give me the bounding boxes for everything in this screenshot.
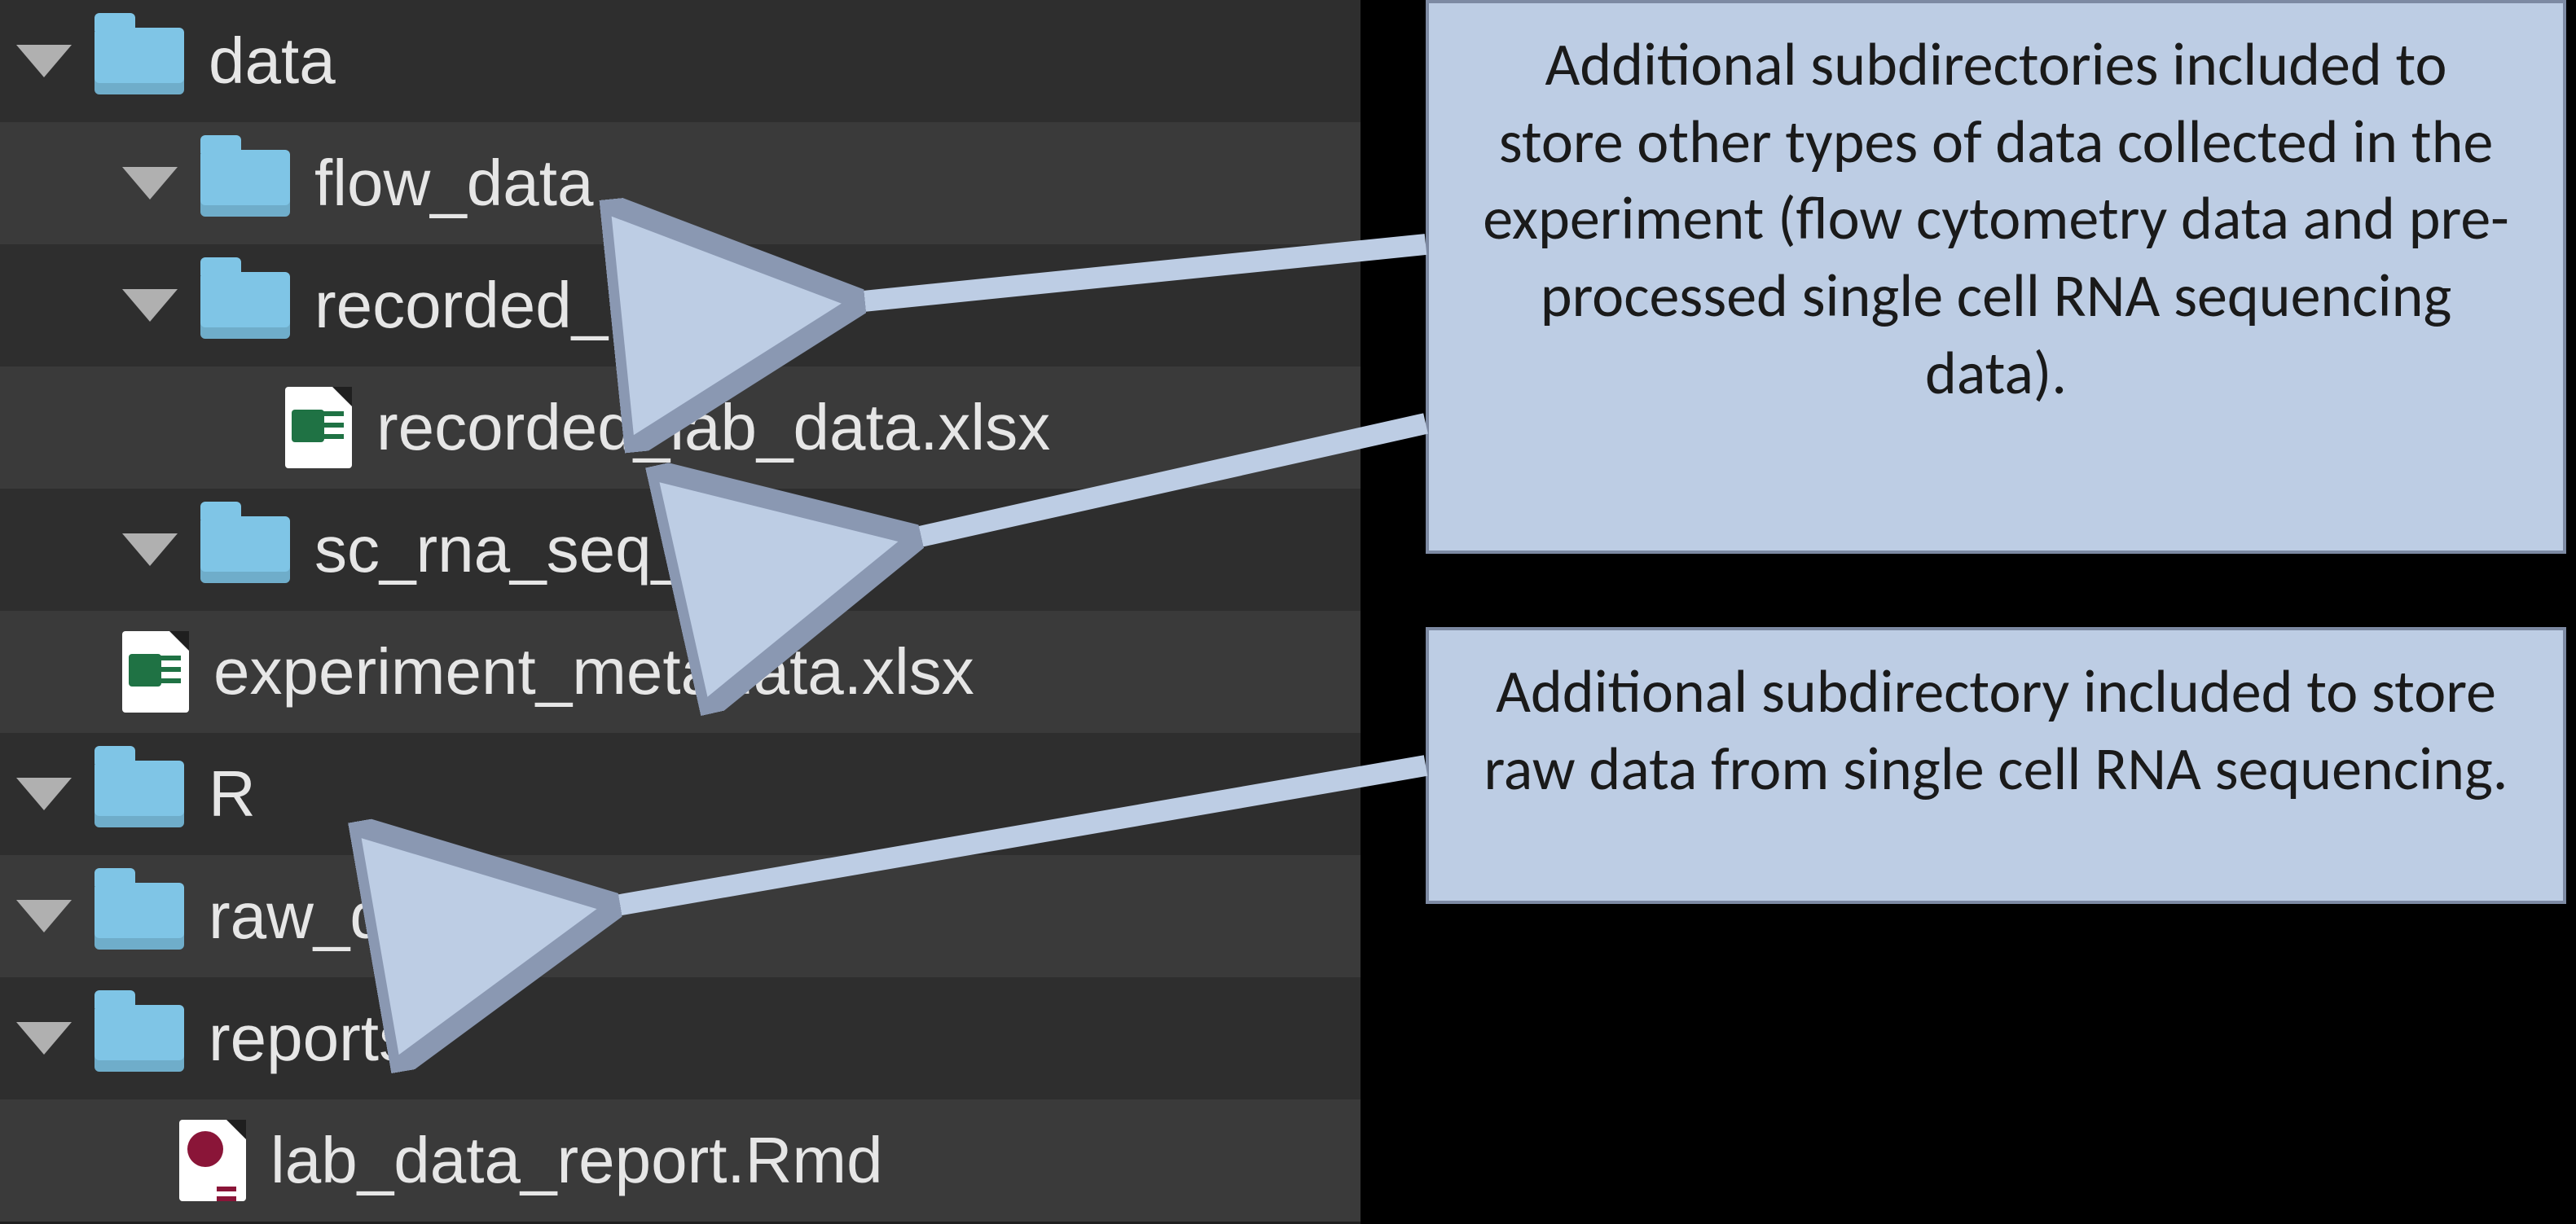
rmd-file-icon bbox=[179, 1120, 246, 1201]
chevron-down-icon[interactable] bbox=[122, 289, 178, 322]
folder-icon bbox=[200, 150, 290, 217]
folder-label: R bbox=[209, 757, 256, 831]
tree-row-recorded-data[interactable]: recorded_data bbox=[0, 244, 1361, 366]
tree-row-raw-data[interactable]: raw_data bbox=[0, 855, 1361, 977]
xlsx-file-icon bbox=[122, 631, 189, 713]
file-label: lab_data_report.Rmd bbox=[270, 1123, 883, 1198]
chevron-down-icon[interactable] bbox=[16, 778, 72, 810]
diagram-stage: data flow_data recorded_data recorded_la… bbox=[0, 0, 2576, 1224]
folder-icon bbox=[95, 761, 184, 827]
callout-text: Additional subdirectories included to st… bbox=[1483, 28, 2509, 410]
chevron-down-icon[interactable] bbox=[122, 533, 178, 566]
folder-label: recorded_data bbox=[314, 268, 735, 343]
folder-label: flow_data bbox=[314, 146, 593, 221]
tree-row-flow-data[interactable]: flow_data bbox=[0, 122, 1361, 244]
callout-subdirectories: Additional subdirectories included to st… bbox=[1426, 0, 2566, 554]
callout-text: Additional subdirectory included to stor… bbox=[1484, 655, 2508, 805]
file-label: experiment_metadata.xlsx bbox=[213, 634, 974, 709]
folder-icon bbox=[95, 1005, 184, 1072]
tree-row-r[interactable]: R bbox=[0, 733, 1361, 855]
folder-icon bbox=[200, 516, 290, 583]
folder-label: reports bbox=[209, 1001, 411, 1076]
folder-icon bbox=[95, 28, 184, 94]
tree-row-reports[interactable]: reports bbox=[0, 977, 1361, 1099]
folder-label: sc_rna_seq_data bbox=[314, 512, 815, 587]
folder-icon bbox=[95, 883, 184, 950]
callout-raw-data: Additional subdirectory included to stor… bbox=[1426, 627, 2566, 904]
chevron-down-icon[interactable] bbox=[16, 1022, 72, 1055]
chevron-down-icon[interactable] bbox=[122, 167, 178, 200]
file-tree-panel: data flow_data recorded_data recorded_la… bbox=[0, 0, 1361, 1224]
chevron-down-icon[interactable] bbox=[16, 45, 72, 77]
tree-row-experiment-metadata-xlsx[interactable]: experiment_metadata.xlsx bbox=[0, 611, 1361, 733]
file-label: recorded_lab_data.xlsx bbox=[376, 390, 1050, 465]
folder-label: raw_data bbox=[209, 879, 477, 954]
folder-icon bbox=[200, 272, 290, 339]
tree-row-sc-rna-seq-data[interactable]: sc_rna_seq_data bbox=[0, 489, 1361, 611]
tree-row-data[interactable]: data bbox=[0, 0, 1361, 122]
tree-row-recorded-lab-xlsx[interactable]: recorded_lab_data.xlsx bbox=[0, 366, 1361, 489]
xlsx-file-icon bbox=[285, 387, 352, 468]
chevron-down-icon[interactable] bbox=[16, 900, 72, 932]
tree-row-lab-data-report-rmd[interactable]: lab_data_report.Rmd bbox=[0, 1099, 1361, 1222]
folder-label: data bbox=[209, 24, 336, 99]
